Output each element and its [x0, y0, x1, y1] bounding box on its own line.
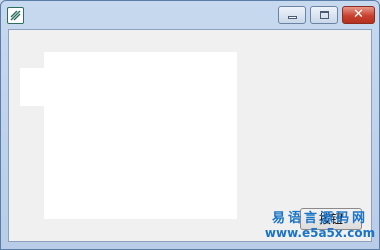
minimize-icon [288, 16, 297, 19]
minimize-button[interactable] [278, 6, 306, 24]
maximize-button[interactable] [310, 6, 338, 24]
white-canvas-panel[interactable] [44, 52, 237, 219]
site-watermark: 易语言源码网 www.e5a5x.com [262, 211, 378, 241]
watermark-title: 易语言源码网 [271, 211, 368, 226]
app-icon[interactable] [7, 7, 24, 24]
maximize-icon [320, 11, 329, 19]
close-button[interactable]: ✕ [342, 6, 375, 24]
watermark-url: www.e5a5x.com [264, 226, 376, 240]
title-bar[interactable]: ✕ [1, 1, 379, 29]
white-side-panel[interactable] [20, 68, 46, 106]
close-icon: ✕ [353, 7, 364, 22]
